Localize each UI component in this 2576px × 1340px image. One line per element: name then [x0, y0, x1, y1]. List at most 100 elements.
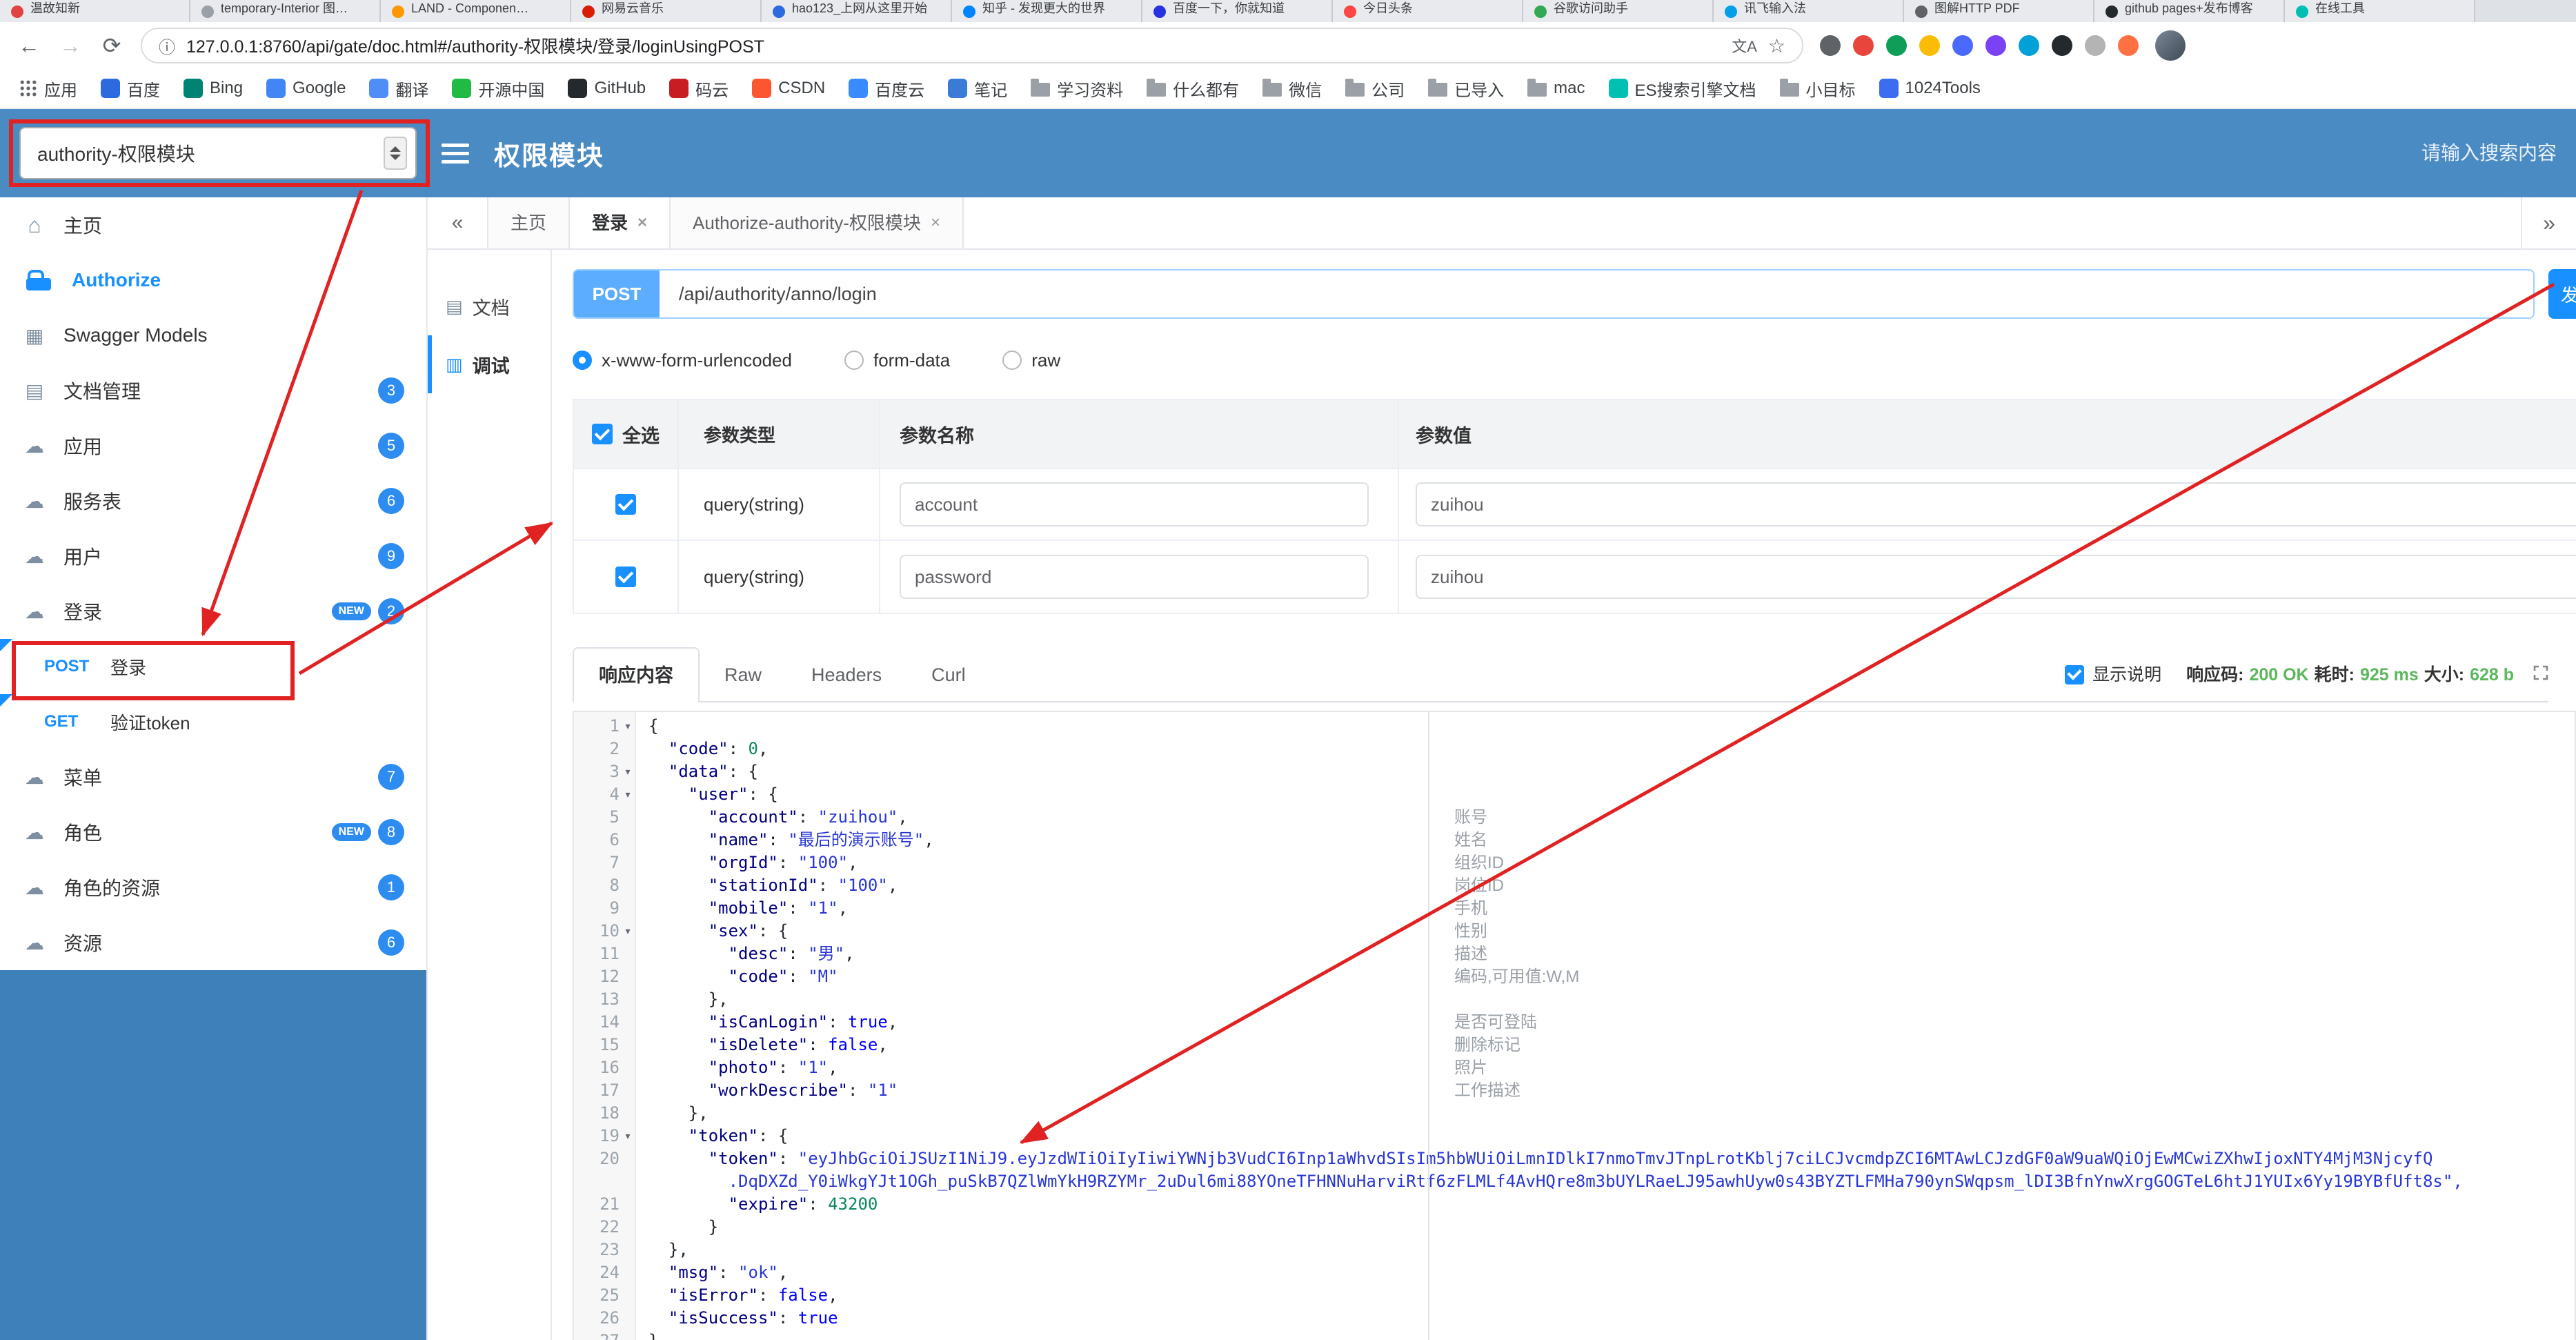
- subnav-tab[interactable]: 文档: [428, 277, 551, 335]
- translate-icon[interactable]: 文A: [1732, 35, 1757, 57]
- bookmark-item[interactable]: 已导入: [1428, 77, 1504, 101]
- address-bar[interactable]: ⓘ 127.0.0.1:8760/api/gate/doc.html#/auth…: [141, 28, 1803, 63]
- param-value-input[interactable]: [1416, 482, 2576, 526]
- browser-tab[interactable]: LAND - Componen…: [381, 0, 571, 22]
- sidebar-item[interactable]: 服务表 6: [0, 473, 426, 529]
- url-text[interactable]: 127.0.0.1:8760/api/gate/doc.html#/author…: [186, 33, 1721, 58]
- bookmark-item[interactable]: CSDN: [752, 79, 825, 98]
- fullscreen-icon[interactable]: [2533, 649, 2548, 701]
- extension-icon[interactable]: [2118, 35, 2139, 56]
- bookmark-item[interactable]: 学习资料: [1031, 77, 1123, 101]
- fold-caret[interactable]: ▾: [621, 1125, 635, 1147]
- extension-icon[interactable]: [2052, 35, 2072, 56]
- sidebar-item[interactable]: 菜单 7: [0, 749, 426, 805]
- show-desc-checkbox[interactable]: [2065, 665, 2085, 684]
- bookmark-item[interactable]: ES搜索引擎文档: [1608, 77, 1756, 101]
- response-code-editor[interactable]: 1 ▾{2 "code": 0, 3 ▾ "data": {4 ▾ "user": {5…: [573, 711, 2576, 1340]
- reload-icon[interactable]: ⟳: [99, 32, 124, 59]
- sidebar-item[interactable]: 资源 6: [0, 915, 426, 970]
- response-tab[interactable]: Raw: [700, 649, 786, 701]
- bookmark-item[interactable]: 开源中国: [452, 77, 544, 101]
- doc-tab[interactable]: Authorize-authority-权限模块 ×: [671, 197, 964, 248]
- bookmark-item[interactable]: 什么都有: [1147, 77, 1239, 101]
- bookmark-item[interactable]: 百度云: [849, 77, 924, 101]
- browser-tab[interactable]: 在线工具: [2285, 0, 2475, 22]
- bookmark-item[interactable]: 笔记: [948, 77, 1007, 101]
- sidebar-endpoint[interactable]: POST 登录: [0, 639, 426, 694]
- show-desc-toggle[interactable]: 显示说明: [2065, 649, 2161, 701]
- fold-caret[interactable]: ▾: [621, 783, 635, 806]
- response-tab[interactable]: Curl: [906, 649, 991, 701]
- fold-caret[interactable]: ▾: [621, 760, 635, 783]
- extension-icon[interactable]: [1919, 35, 1940, 56]
- browser-tab[interactable]: 今日头条: [1333, 0, 1523, 22]
- bookmark-item[interactable]: 公司: [1345, 77, 1405, 101]
- doc-tab[interactable]: 登录 ×: [570, 197, 671, 248]
- browser-tab[interactable]: 谷歌访问助手: [1523, 0, 1714, 22]
- doc-tab[interactable]: 主页: [488, 197, 571, 248]
- browser-tab[interactable]: 知乎 - 发现更大的世界: [952, 0, 1142, 22]
- sidebar-item[interactable]: 角色的资源 1: [0, 860, 426, 915]
- row-checkbox[interactable]: [615, 494, 636, 515]
- extension-icon[interactable]: [1886, 35, 1907, 56]
- more-tabs-button[interactable]: »: [2521, 197, 2576, 248]
- bookmark-item[interactable]: 码云: [669, 77, 729, 101]
- sidebar-item[interactable]: Swagger Models: [0, 308, 426, 363]
- fold-caret[interactable]: ▾: [621, 920, 635, 943]
- page-info-icon[interactable]: ⓘ: [159, 34, 175, 58]
- bookmark-item[interactable]: 小目标: [1779, 77, 1856, 101]
- collapse-tabs-button[interactable]: «: [428, 197, 488, 248]
- sidebar-item[interactable]: 角色 NEW 8: [0, 805, 426, 860]
- select-all-checkbox[interactable]: [592, 424, 613, 444]
- response-tab[interactable]: Headers: [786, 649, 906, 701]
- bookmark-item[interactable]: 百度: [101, 77, 160, 101]
- row-checkbox[interactable]: [615, 566, 636, 587]
- browser-tab[interactable]: 温故知新: [0, 0, 190, 22]
- bookmark-item[interactable]: 应用: [19, 77, 77, 101]
- close-tab-icon[interactable]: ×: [931, 197, 940, 248]
- browser-tab[interactable]: temporary-Interior 图…: [190, 0, 381, 22]
- menu-toggle-icon[interactable]: [442, 143, 469, 164]
- sidebar-item[interactable]: 文档管理 3: [0, 363, 426, 418]
- browser-tab[interactable]: 讯飞输入法: [1714, 0, 1904, 22]
- close-tab-icon[interactable]: ×: [637, 197, 647, 248]
- response-tab[interactable]: 响应内容: [573, 647, 700, 702]
- module-select[interactable]: authority-权限模块: [19, 127, 417, 179]
- sidebar-endpoint[interactable]: GET 验证token: [0, 694, 426, 749]
- extension-icon[interactable]: [1820, 35, 1841, 56]
- bookmark-item[interactable]: 翻译: [369, 77, 428, 101]
- bookmark-item[interactable]: 1024Tools: [1879, 79, 1981, 98]
- extension-icon[interactable]: [2085, 35, 2106, 56]
- send-button[interactable]: 发送: [2548, 269, 2576, 319]
- bookmark-item[interactable]: Bing: [184, 79, 243, 98]
- subnav-tab[interactable]: 调试: [428, 335, 551, 393]
- bookmark-star-icon[interactable]: ☆: [1768, 35, 1785, 57]
- forward-icon[interactable]: →: [58, 33, 83, 59]
- bookmark-item[interactable]: GitHub: [568, 79, 646, 98]
- bookmark-item[interactable]: Google: [266, 79, 346, 98]
- param-value-input[interactable]: [1416, 555, 2576, 599]
- extension-icon[interactable]: [1853, 35, 1874, 56]
- content-type-radio[interactable]: raw: [1002, 350, 1060, 371]
- browser-tab[interactable]: 网易云音乐: [571, 0, 762, 22]
- bookmark-item[interactable]: 微信: [1262, 77, 1322, 101]
- extension-icon[interactable]: [2019, 35, 2039, 56]
- sidebar-item[interactable]: 登录 NEW 2: [0, 584, 426, 639]
- profile-avatar[interactable]: [2155, 30, 2186, 61]
- browser-tab[interactable]: hao123_上网从这里开始: [762, 0, 952, 22]
- fold-caret[interactable]: ▾: [621, 715, 635, 738]
- sidebar-item[interactable]: 应用 5: [0, 418, 426, 473]
- back-icon[interactable]: ←: [17, 33, 41, 59]
- browser-tab[interactable]: github pages+发布博客: [2094, 0, 2285, 22]
- browser-tab[interactable]: 百度一下，你就知道: [1142, 0, 1333, 22]
- content-type-radio[interactable]: x-www-form-urlencoded: [573, 350, 792, 371]
- content-type-radio[interactable]: form-data: [844, 350, 950, 371]
- sidebar-item[interactable]: Authorize: [0, 253, 426, 308]
- param-name-input[interactable]: [900, 555, 1369, 599]
- sidebar-item[interactable]: 主页: [0, 197, 426, 253]
- sidebar-item[interactable]: 用户 9: [0, 529, 426, 584]
- bookmark-item[interactable]: mac: [1527, 79, 1585, 98]
- browser-tab[interactable]: 图解HTTP PDF: [1904, 0, 2094, 22]
- header-search-input[interactable]: [2253, 142, 2557, 164]
- extension-icon[interactable]: [1985, 35, 2006, 56]
